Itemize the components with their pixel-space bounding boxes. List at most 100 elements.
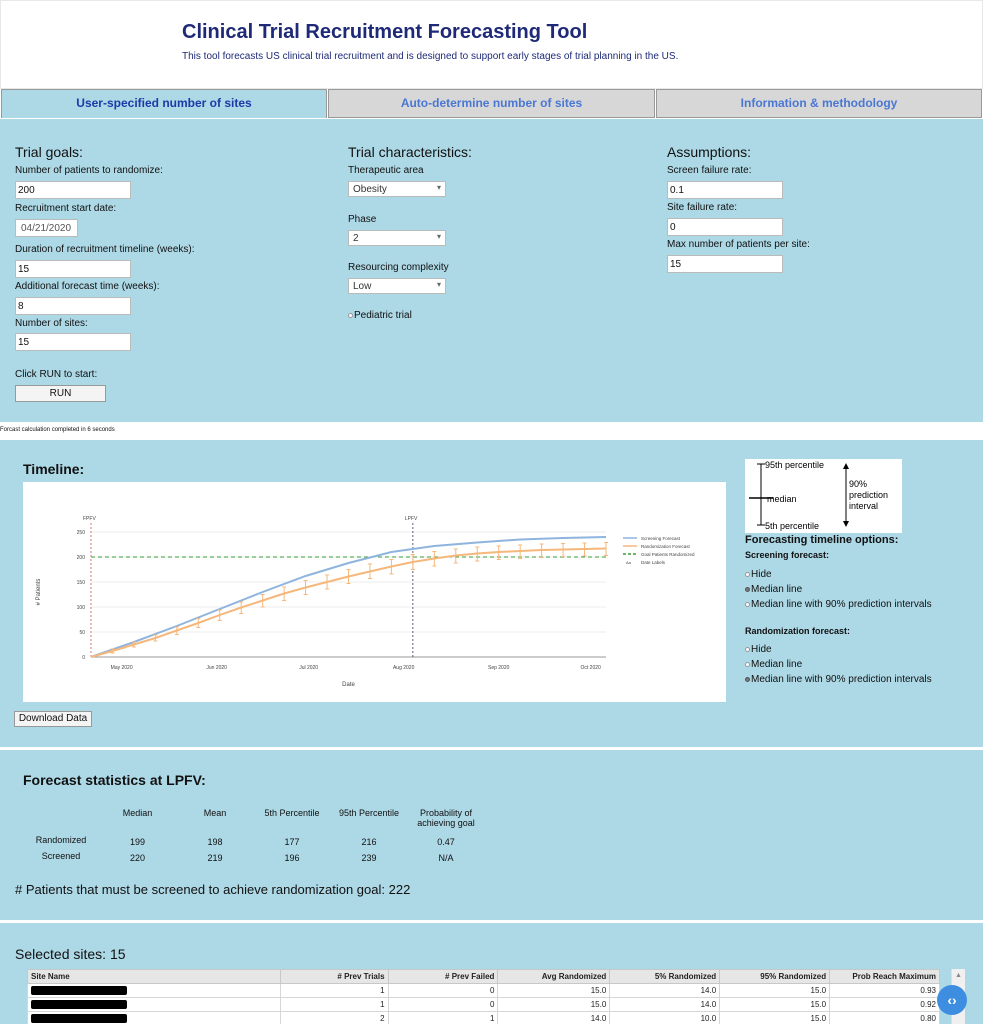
run-button[interactable]: RUN (15, 385, 106, 402)
x-tick-label: Oct 2020 (581, 665, 602, 671)
patients-input[interactable] (15, 181, 131, 199)
table-cell: 1 (387, 1011, 499, 1024)
screening-option-label: Median line with 90% prediction interval… (751, 599, 932, 610)
table-cell: 15.0 (719, 983, 831, 998)
pediatric-checkbox[interactable]: Pediatric trial (348, 310, 412, 321)
percentile-legend: 95th percentile median 5th percentile 90… (745, 459, 902, 533)
stat-cell: 239 (361, 853, 377, 863)
screening-option-hide[interactable]: Hide (745, 569, 772, 580)
tab-information-methodology[interactable]: Information & methodology (656, 89, 982, 118)
table-cell: 14.0 (609, 983, 721, 998)
table-cell: 1 (279, 997, 389, 1012)
randomization-option-label: Hide (751, 644, 772, 655)
x-tick-label: Jul 2020 (299, 665, 318, 671)
additional-time-input[interactable] (15, 297, 131, 315)
stat-cell: 220 (129, 853, 146, 863)
stat-cell: 196 (284, 853, 300, 863)
randomization-option-label: Median line with 90% prediction interval… (751, 674, 932, 685)
x-axis-label: Date (342, 682, 355, 688)
sites-title: Selected sites: 15 (15, 946, 126, 962)
table-cell: 0 (387, 983, 499, 998)
col-prev-trials[interactable]: # Prev Trials (279, 969, 389, 984)
screening-option-median-pi[interactable]: Median line with 90% prediction interval… (745, 599, 932, 610)
redacted-site-name (31, 1000, 127, 1010)
radio-icon (745, 661, 750, 667)
stats-col-mean: Mean (203, 808, 227, 818)
tab-user-specified-sites[interactable]: User-specified number of sites (1, 89, 327, 118)
legend-label: Randomization Forecast (641, 544, 691, 549)
trial-goals-title: Trial goals: (15, 144, 83, 160)
y-tick-label: 150 (77, 580, 86, 586)
stats-col-p95: 95th Percentile (338, 808, 400, 818)
redacted-site-name (31, 986, 127, 996)
tab-auto-determine-sites[interactable]: Auto-determine number of sites (328, 89, 655, 118)
stats-row-label-randomized: Randomized (35, 835, 87, 845)
col-prev-failed[interactable]: # Prev Failed (387, 969, 499, 984)
number-sites-input[interactable] (15, 333, 131, 351)
table-cell: 2 (279, 1011, 389, 1024)
phase-select[interactable]: 2 ▾ (348, 230, 446, 246)
table-cell: 15.0 (719, 997, 831, 1012)
code-toggle-icon[interactable]: ‹› (937, 985, 967, 1015)
col-avg-randomized[interactable]: Avg Randomized (497, 969, 611, 984)
complexity-label: Resourcing complexity (348, 262, 449, 273)
screen-failure-input[interactable] (667, 181, 783, 199)
radio-icon (745, 676, 750, 682)
screening-option-label: Hide (751, 569, 772, 580)
col-p5-randomized[interactable]: 5% Randomized (609, 969, 721, 984)
assumptions-title: Assumptions: (667, 144, 752, 160)
p5-label: 5th percentile (765, 521, 819, 531)
download-data-button[interactable]: Download Data (14, 711, 92, 727)
redacted-site-name (31, 1014, 127, 1024)
col-prob-reach-max[interactable]: Prob Reach Maximum (829, 969, 940, 984)
table-cell: 0 (387, 997, 499, 1012)
page-title: Clinical Trial Recruitment Forecasting T… (182, 21, 588, 43)
start-date-input[interactable] (15, 219, 78, 237)
pediatric-label: Pediatric trial (354, 310, 412, 321)
therapeutic-area-select[interactable]: Obesity ▾ (348, 181, 446, 197)
table-row[interactable]: 1 0 15.0 14.0 15.0 0.93 (27, 983, 940, 998)
table-cell: 15.0 (497, 983, 611, 998)
stat-cell: 198 (207, 837, 223, 847)
x-tick-label: Sep 2020 (488, 665, 510, 671)
table-row[interactable]: 2 1 14.0 10.0 15.0 0.80 (27, 1011, 940, 1024)
y-axis-label: # Patients (36, 579, 42, 606)
randomization-option-median[interactable]: Median line (745, 659, 802, 670)
site-failure-input[interactable] (667, 218, 783, 236)
screening-forecast-title: Screening forecast: (745, 550, 830, 560)
chevron-down-icon: ▾ (436, 280, 441, 289)
x-tick-label: May 2020 (111, 665, 133, 671)
chevron-down-icon: ▾ (436, 183, 441, 192)
y-tick-label: 200 (77, 555, 86, 561)
x-tick-label: Jun 2020 (206, 665, 227, 671)
table-row[interactable]: 1 0 15.0 14.0 15.0 0.92 (27, 997, 940, 1012)
stat-cell: 219 (207, 853, 223, 863)
interval-label: 90% prediction interval (849, 479, 888, 511)
complexity-select[interactable]: Low ▾ (348, 278, 446, 294)
max-patients-input[interactable] (667, 255, 783, 273)
table-cell: 15.0 (719, 1011, 831, 1024)
duration-input[interactable] (15, 260, 131, 278)
timeline-chart: 0 50 100 150 200 250 May 2020 Jun 2020 Jul 2020 A… (23, 482, 726, 702)
stat-cell: N/A (438, 853, 454, 863)
randomization-option-median-pi[interactable]: Median line with 90% prediction interval… (745, 674, 932, 685)
radio-icon (745, 586, 750, 592)
phase-label: Phase (348, 214, 377, 225)
input-panel: Trial goals: Number of patients to rando… (0, 119, 983, 422)
therapeutic-area-value: Obesity (353, 184, 387, 195)
col-site-name[interactable]: Site Name (27, 969, 281, 984)
table-cell: 10.0 (609, 1011, 721, 1024)
percentile-legend-graphic: 95th percentile median 5th percentile 90… (749, 460, 888, 531)
table-cell: 14.0 (609, 997, 721, 1012)
stat-cell: 0.47 (437, 837, 455, 847)
screening-option-median[interactable]: Median line (745, 584, 802, 595)
y-tick-label: 0 (82, 655, 85, 661)
site-failure-label: Site failure rate: (667, 202, 738, 213)
scroll-up-icon[interactable]: ▲ (952, 972, 965, 979)
randomization-option-hide[interactable]: Hide (745, 644, 772, 655)
col-p95-randomized[interactable]: 95% Randomized (719, 969, 831, 984)
stat-cell: 177 (284, 837, 300, 847)
y-tick-label: 250 (77, 530, 86, 536)
y-tick-label: 100 (77, 605, 86, 611)
y-tick-label: 50 (79, 630, 85, 636)
